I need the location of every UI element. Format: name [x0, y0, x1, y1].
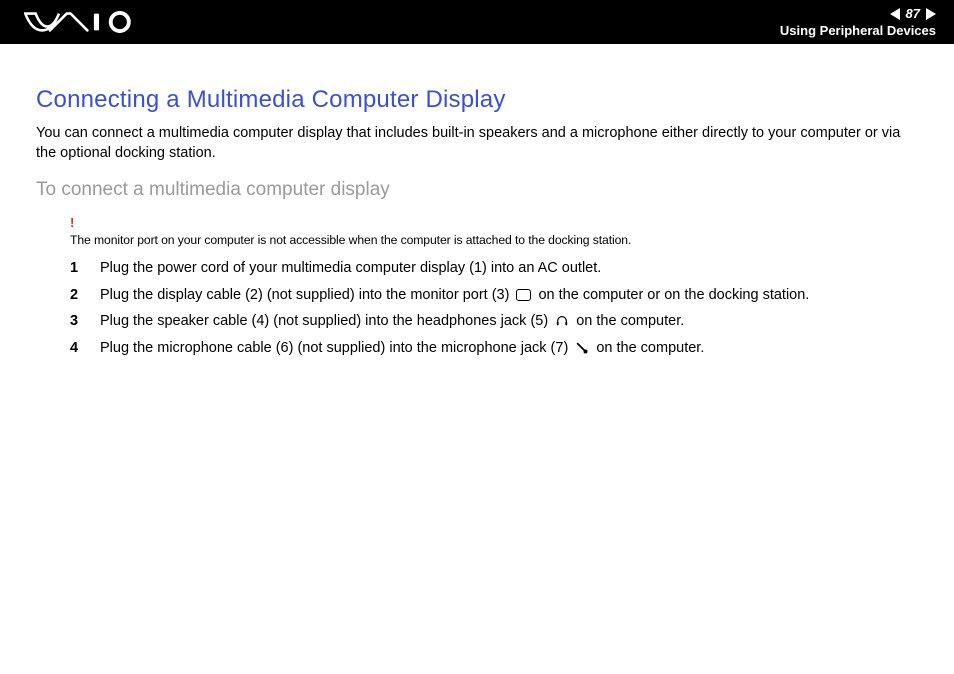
step-text: Plug the power cord of your multimedia c… — [100, 259, 601, 279]
step-number: 2 — [70, 286, 84, 306]
sub-heading: To connect a multimedia computer display — [36, 179, 918, 201]
section-title: Using Peripheral Devices — [780, 23, 936, 38]
header-nav: 87 Using Peripheral Devices — [780, 6, 936, 38]
step-text: Plug the microphone cable (6) (not suppl… — [100, 339, 704, 359]
page-content: Connecting a Multimedia Computer Display… — [0, 44, 954, 358]
step-item: 4 Plug the microphone cable (6) (not supp… — [70, 339, 918, 359]
step-item: 2 Plug the display cable (2) (not supplie… — [70, 286, 918, 306]
step-number: 1 — [70, 259, 84, 279]
warning-block: ! The monitor port on your computer is n… — [70, 215, 918, 249]
header-bar: 87 Using Peripheral Devices — [0, 0, 954, 44]
headphones-jack-icon — [555, 314, 569, 328]
vaio-logo — [24, 11, 140, 33]
steps-list: 1 Plug the power cord of your multimedia … — [70, 259, 918, 358]
next-page-arrow-icon[interactable] — [926, 8, 936, 20]
warning-text: The monitor port on your computer is not… — [70, 233, 631, 247]
step-item: 3 Plug the speaker cable (4) (not supplie… — [70, 312, 918, 332]
step-number: 3 — [70, 312, 84, 332]
step-number: 4 — [70, 339, 84, 359]
step-text: Plug the display cable (2) (not supplied… — [100, 286, 809, 306]
prev-page-arrow-icon[interactable] — [890, 8, 900, 20]
microphone-jack-icon — [575, 341, 589, 355]
page-number: 87 — [906, 6, 920, 21]
intro-text: You can connect a multimedia computer di… — [36, 124, 918, 163]
step-item: 1 Plug the power cord of your multimedia … — [70, 259, 918, 279]
step-text: Plug the speaker cable (4) (not supplied… — [100, 312, 684, 332]
monitor-port-icon — [516, 289, 531, 301]
page-title: Connecting a Multimedia Computer Display — [36, 86, 918, 114]
pager: 87 — [890, 6, 936, 21]
warning-icon: ! — [70, 215, 918, 230]
